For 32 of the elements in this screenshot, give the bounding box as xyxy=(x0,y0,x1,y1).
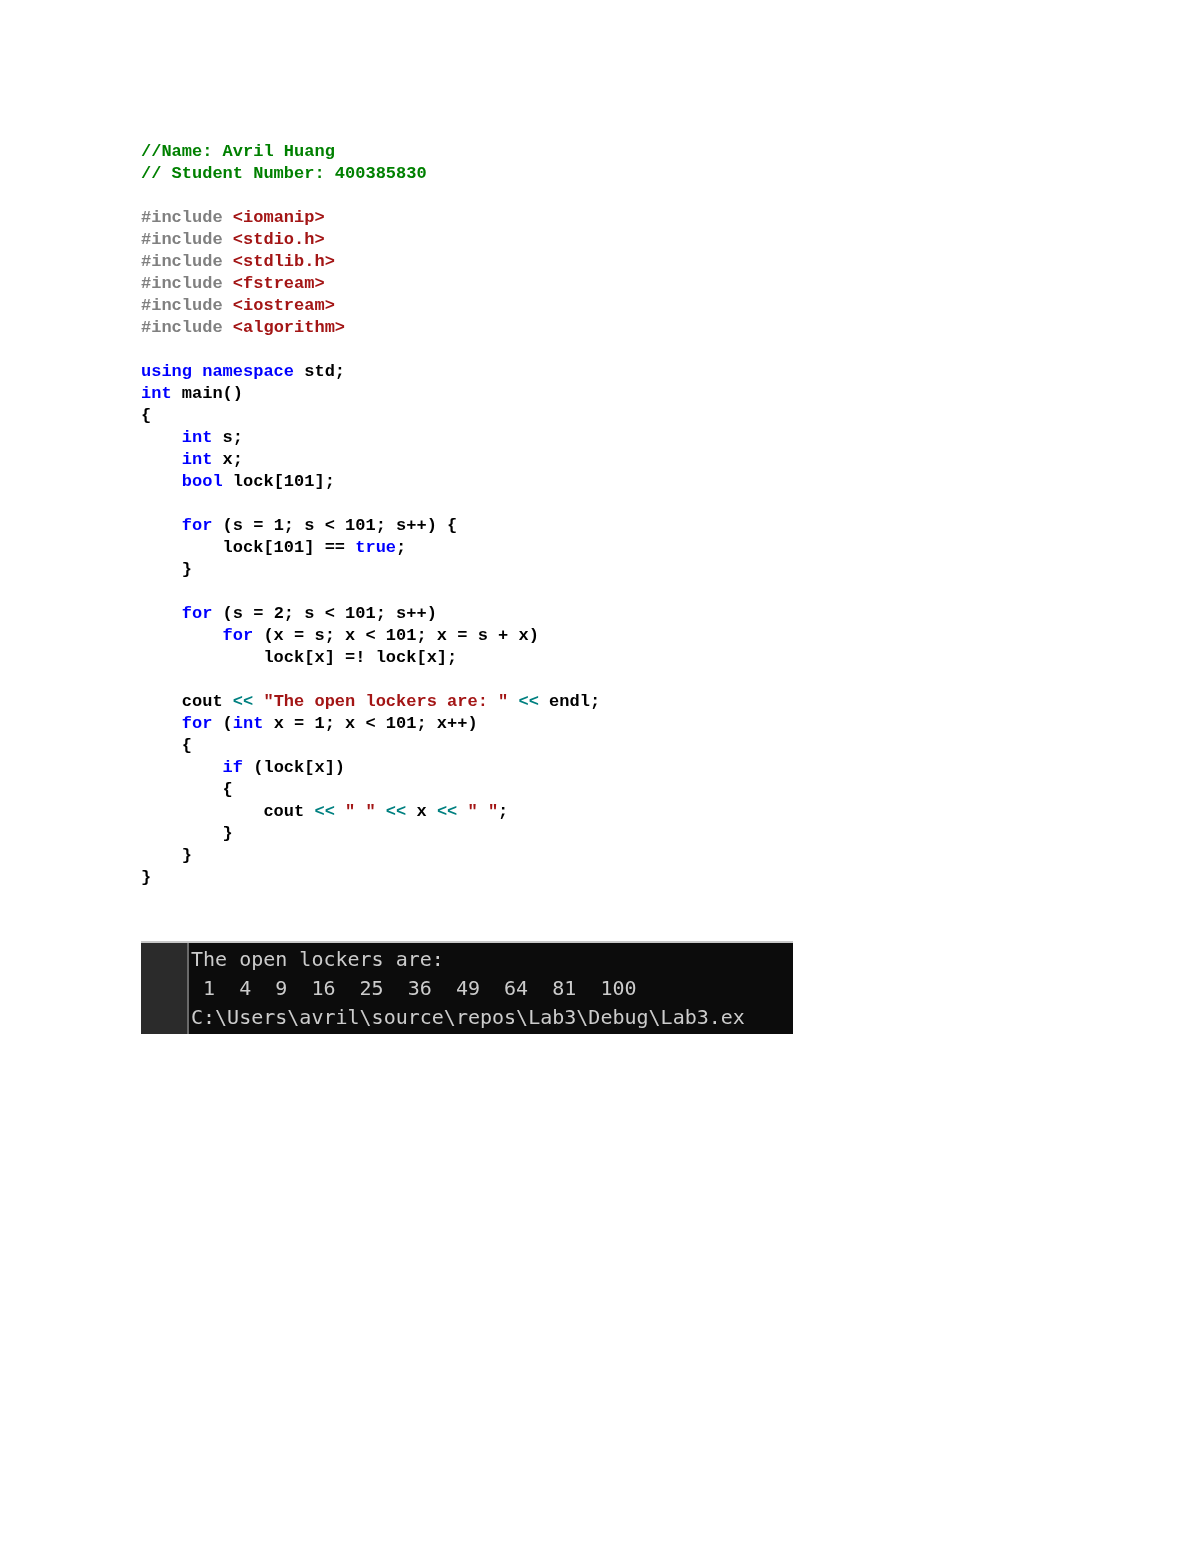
code-line: for (x = s; x < 101; x = s + x) xyxy=(221,625,539,647)
code-line: cout << " " << x << " "; xyxy=(262,801,509,823)
code-line: for (int x = 1; x < 101; x++) xyxy=(180,713,478,735)
code-line: // Student Number: 400385830 xyxy=(141,163,427,185)
code-line: { xyxy=(221,779,233,801)
code-line: for (s = 1; s < 101; s++) { xyxy=(180,515,458,537)
code-line: for (s = 2; s < 101; s++) xyxy=(180,603,437,625)
console-output-line: 1 4 9 16 25 36 49 64 81 100 xyxy=(202,975,637,1002)
code-line: } xyxy=(180,845,192,867)
code-line: } xyxy=(180,559,192,581)
code-line: #include <stdio.h> xyxy=(141,229,325,251)
console-output-line: C:\Users\avril\source\repos\Lab3\Debug\Lab3.ex xyxy=(191,1004,745,1031)
code-line: } xyxy=(221,823,233,845)
code-line: cout << "The open lockers are: " << endl; xyxy=(180,691,601,713)
code-line: int x; xyxy=(180,449,244,471)
code-line: if (lock[x]) xyxy=(221,757,346,779)
code-line: { xyxy=(141,405,152,427)
code-line: lock[101] == true; xyxy=(221,537,407,559)
code-line: lock[x] =! lock[x]; xyxy=(262,647,458,669)
code-line: int s; xyxy=(180,427,244,449)
code-line: int main() xyxy=(141,383,244,405)
code-line: { xyxy=(180,735,192,757)
code-line: //Name: Avril Huang xyxy=(141,141,335,163)
code-line: #include <algorithm> xyxy=(141,317,346,339)
code-line: #include <stdlib.h> xyxy=(141,251,335,273)
code-line: #include <fstream> xyxy=(141,273,325,295)
console-output-line: The open lockers are: xyxy=(191,946,444,973)
code-line: using namespace std; xyxy=(141,361,346,383)
code-line: } xyxy=(141,867,152,889)
code-line: bool lock[101]; xyxy=(180,471,335,493)
code-line: #include <iostream> xyxy=(141,295,335,317)
code-line: #include <iomanip> xyxy=(141,207,325,229)
